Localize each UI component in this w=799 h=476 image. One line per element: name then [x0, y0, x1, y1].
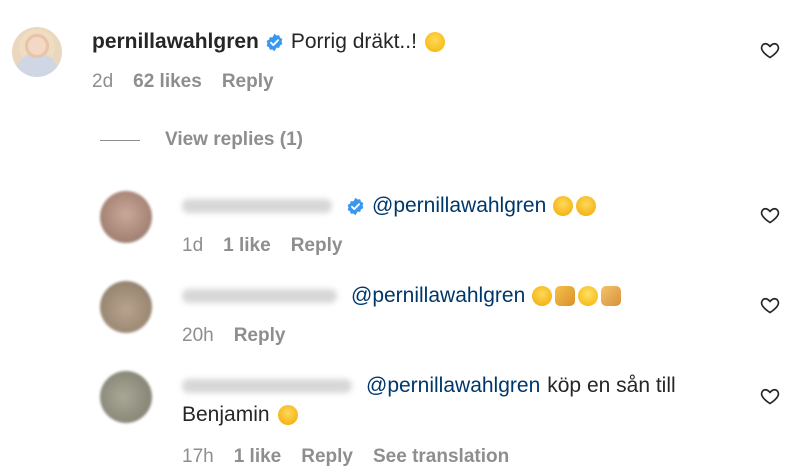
divider	[100, 140, 140, 141]
reply-button[interactable]: Reply	[291, 235, 343, 257]
see-translation-button[interactable]: See translation	[373, 446, 509, 468]
avatar[interactable]	[100, 191, 152, 243]
timestamp: 20h	[182, 325, 214, 346]
comment-text: Porrig dräkt..!	[290, 30, 417, 53]
reply-body: @pernillawahlgren köp en sån till	[182, 374, 676, 398]
avatar[interactable]	[100, 371, 152, 423]
star-struck-emoji-icon	[578, 286, 599, 306]
mention-link[interactable]: @pernillawahlgren	[372, 194, 546, 218]
reply-body-line2: Benjamin	[182, 403, 298, 427]
verified-badge-icon	[265, 33, 284, 52]
avatar[interactable]	[100, 281, 152, 333]
mention-link[interactable]: @pernillawahlgren	[351, 284, 525, 308]
username-blurred[interactable]	[182, 199, 332, 213]
reply-body: @pernillawahlgren	[182, 194, 597, 218]
username-blurred[interactable]	[182, 289, 337, 303]
rolling-laughing-emoji-icon	[532, 286, 553, 306]
avatar[interactable]	[12, 27, 62, 77]
comment-body: pernillawahlgren Porrig dräkt..!	[92, 30, 445, 54]
view-replies[interactable]: View replies (1)	[165, 129, 323, 151]
likes-count[interactable]: 62 likes	[133, 71, 202, 93]
reply-text: Benjamin	[182, 403, 270, 426]
like-heart-icon[interactable]	[760, 295, 780, 315]
reply-text: köp en sån till	[547, 374, 676, 397]
comment-meta: 2d 62 likes Reply	[92, 71, 294, 93]
likes-count[interactable]: 1 like	[234, 446, 282, 468]
username-blurred[interactable]	[182, 379, 352, 393]
verified-badge-icon	[346, 197, 365, 216]
rolling-laughing-emoji-icon	[576, 196, 597, 216]
view-replies-label[interactable]: View replies (1)	[165, 129, 303, 151]
reply-button[interactable]: Reply	[222, 71, 274, 93]
reply-meta: 1d 1 like Reply	[182, 235, 362, 257]
tears-of-joy-emoji-icon	[277, 405, 298, 425]
likes-count[interactable]: 1 like	[223, 235, 271, 257]
username[interactable]: pernillawahlgren	[92, 30, 259, 54]
mention-link[interactable]: @pernillawahlgren	[366, 374, 540, 398]
timestamp: 17h	[182, 446, 214, 467]
timestamp: 1d	[182, 235, 204, 256]
like-heart-icon[interactable]	[760, 205, 780, 225]
reply-button[interactable]: Reply	[301, 446, 353, 468]
oncoming-fist-emoji-icon	[601, 286, 622, 306]
timestamp: 2d	[92, 71, 114, 92]
grinning-sweat-emoji-icon	[424, 32, 445, 52]
flexed-biceps-emoji-icon	[555, 286, 576, 306]
reply-body: @pernillawahlgren	[182, 284, 622, 308]
like-heart-icon[interactable]	[760, 40, 780, 60]
reply-meta: 17h 1 like Reply See translation	[182, 446, 529, 468]
reply-meta: 20h Reply	[182, 325, 305, 347]
rolling-laughing-emoji-icon	[553, 196, 574, 216]
like-heart-icon[interactable]	[760, 386, 780, 406]
reply-button[interactable]: Reply	[234, 325, 286, 347]
